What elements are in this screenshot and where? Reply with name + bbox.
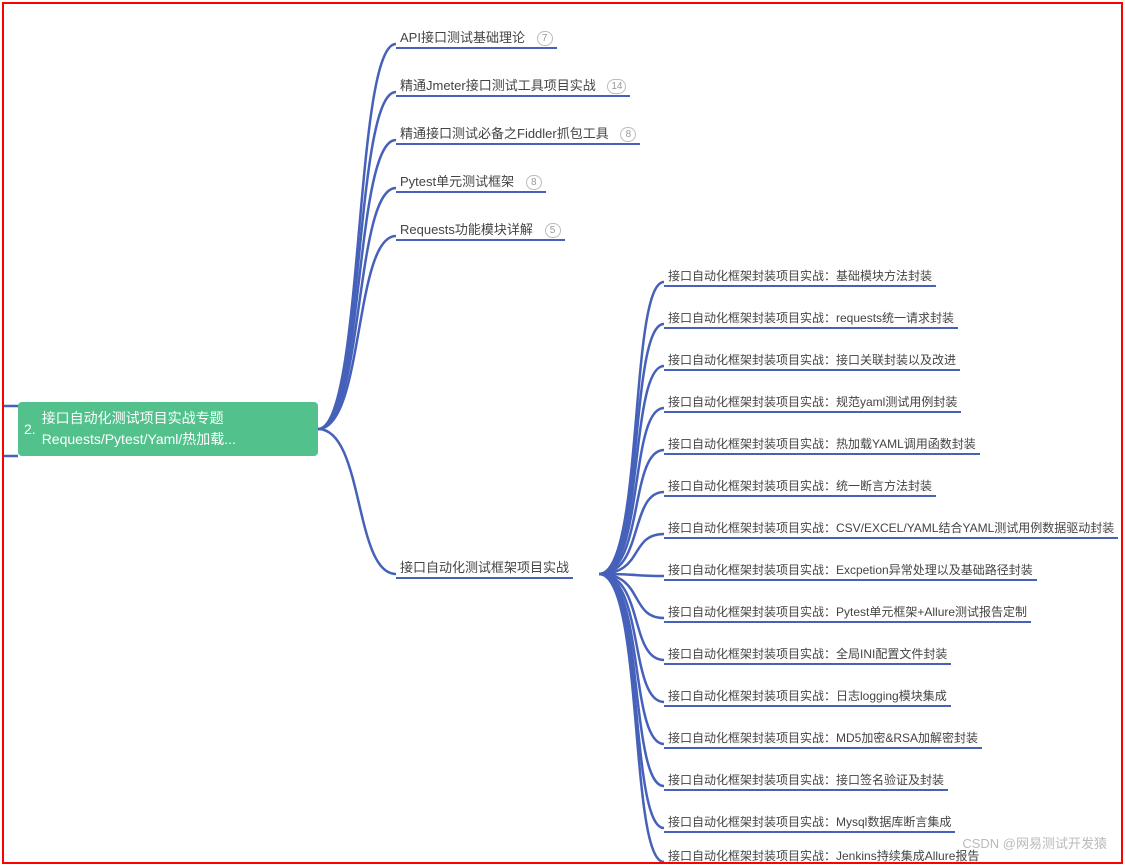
- leaf-label: 接口自动化框架封装项目实战：日志logging模块集成: [668, 689, 947, 703]
- count-badge: 5: [545, 223, 561, 238]
- leaf-item[interactable]: 接口自动化框架封装项目实战：统一断言方法封装: [664, 477, 936, 497]
- leaf-label: 接口自动化框架封装项目实战：requests统一请求封装: [668, 311, 954, 325]
- leaf-label: 接口自动化框架封装项目实战：全局INI配置文件封装: [668, 647, 947, 661]
- branch-label: 接口自动化测试框架项目实战: [400, 560, 569, 575]
- count-badge: 8: [526, 175, 542, 190]
- leaf-label: 接口自动化框架封装项目实战：MD5加密&RSA加解密封装: [668, 731, 978, 745]
- leaf-label: 接口自动化框架封装项目实战：Jenkins持续集成Allure报告: [668, 849, 979, 863]
- leaf-label: 接口自动化框架封装项目实战：Excpetion异常处理以及基础路径封装: [668, 563, 1033, 577]
- count-badge: 14: [607, 79, 626, 94]
- leaf-item[interactable]: 接口自动化框架封装项目实战：CSV/EXCEL/YAML结合YAML测试用例数据…: [664, 519, 1118, 539]
- branch-pytest[interactable]: Pytest单元测试框架 8: [396, 171, 546, 193]
- root-line2: Requests/Pytest/Yaml/热加载...: [42, 431, 236, 447]
- branch-framework[interactable]: 接口自动化测试框架项目实战: [396, 557, 573, 579]
- leaf-item[interactable]: 接口自动化框架封装项目实战：接口签名验证及封装: [664, 771, 948, 791]
- root-title: 接口自动化测试项目实战专题 Requests/Pytest/Yaml/热加载..…: [42, 408, 236, 450]
- branch-label: Pytest单元测试框架: [400, 174, 514, 189]
- leaf-label: 接口自动化框架封装项目实战：统一断言方法封装: [668, 479, 932, 493]
- leaf-label: 接口自动化框架封装项目实战：Pytest单元框架+Allure测试报告定制: [668, 605, 1027, 619]
- leaf-label: 接口自动化框架封装项目实战：基础模块方法封装: [668, 269, 932, 283]
- leaf-item[interactable]: 接口自动化框架封装项目实战：Pytest单元框架+Allure测试报告定制: [664, 603, 1031, 623]
- leaf-item[interactable]: 接口自动化框架封装项目实战：Mysql数据库断言集成: [664, 813, 955, 833]
- leaf-item[interactable]: 接口自动化框架封装项目实战：MD5加密&RSA加解密封装: [664, 729, 982, 749]
- leaf-item[interactable]: 接口自动化框架封装项目实战：规范yaml测试用例封装: [664, 393, 961, 413]
- branch-label: 精通接口测试必备之Fiddler抓包工具: [400, 126, 609, 141]
- leaf-label: 接口自动化框架封装项目实战：规范yaml测试用例封装: [668, 395, 957, 409]
- leaf-label: 接口自动化框架封装项目实战：热加载YAML调用函数封装: [668, 437, 976, 451]
- count-badge: 7: [537, 31, 553, 46]
- branch-label: Requests功能模块详解: [400, 222, 533, 237]
- leaf-item[interactable]: 接口自动化框架封装项目实战：Jenkins持续集成Allure报告: [664, 847, 983, 864]
- watermark: CSDN @网易测试开发猿: [962, 833, 1107, 852]
- leaf-item[interactable]: 接口自动化框架封装项目实战：接口关联封装以及改进: [664, 351, 960, 371]
- branch-jmeter[interactable]: 精通Jmeter接口测试工具项目实战 14: [396, 75, 630, 97]
- branch-label: 精通Jmeter接口测试工具项目实战: [400, 78, 596, 93]
- branch-requests[interactable]: Requests功能模块详解 5: [396, 219, 565, 241]
- leaf-item[interactable]: 接口自动化框架封装项目实战：基础模块方法封装: [664, 267, 936, 287]
- diagram-frame: 2. 接口自动化测试项目实战专题 Requests/Pytest/Yaml/热加…: [2, 2, 1123, 864]
- leaf-label: 接口自动化框架封装项目实战：接口关联封装以及改进: [668, 353, 956, 367]
- leaf-label: 接口自动化框架封装项目实战：接口签名验证及封装: [668, 773, 944, 787]
- leaf-label: 接口自动化框架封装项目实战：CSV/EXCEL/YAML结合YAML测试用例数据…: [668, 521, 1114, 535]
- leaf-item[interactable]: 接口自动化框架封装项目实战：requests统一请求封装: [664, 309, 958, 329]
- leaf-item[interactable]: 接口自动化框架封装项目实战：热加载YAML调用函数封装: [664, 435, 980, 455]
- leaf-item[interactable]: 接口自动化框架封装项目实战：Excpetion异常处理以及基础路径封装: [664, 561, 1037, 581]
- root-node[interactable]: 2. 接口自动化测试项目实战专题 Requests/Pytest/Yaml/热加…: [18, 402, 318, 456]
- branch-api-theory[interactable]: API接口测试基础理论 7: [396, 27, 557, 49]
- count-badge: 8: [620, 127, 636, 142]
- branch-label: API接口测试基础理论: [400, 30, 525, 45]
- root-number: 2.: [24, 419, 36, 440]
- leaf-label: 接口自动化框架封装项目实战：Mysql数据库断言集成: [668, 815, 951, 829]
- leaf-item[interactable]: 接口自动化框架封装项目实战：日志logging模块集成: [664, 687, 951, 707]
- root-line1: 接口自动化测试项目实战专题: [42, 410, 224, 426]
- leaf-item[interactable]: 接口自动化框架封装项目实战：全局INI配置文件封装: [664, 645, 951, 665]
- branch-fiddler[interactable]: 精通接口测试必备之Fiddler抓包工具 8: [396, 123, 640, 145]
